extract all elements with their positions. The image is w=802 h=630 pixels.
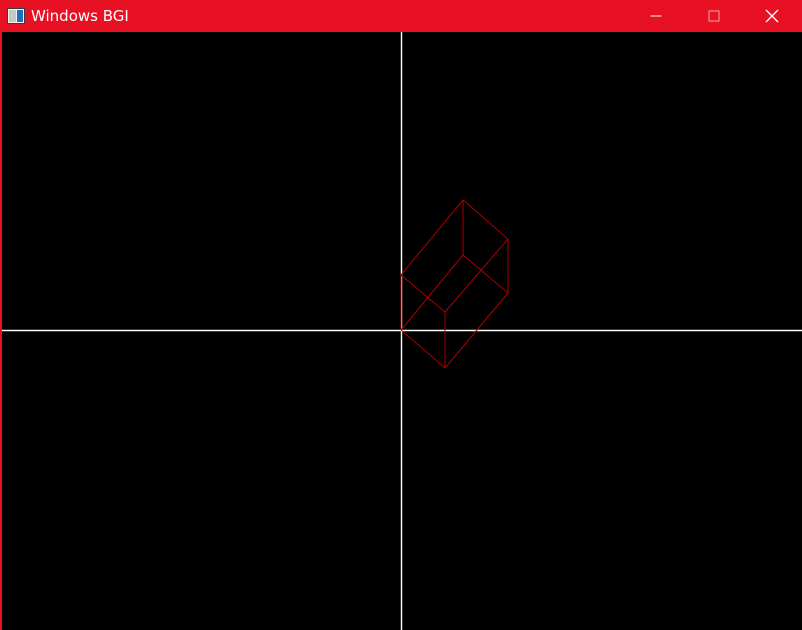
cuboid-edge (400, 254, 464, 331)
cuboid-edge (462, 254, 509, 294)
bgi-window: Windows BGI (0, 0, 802, 630)
cuboid-edge (400, 274, 446, 313)
graphics-drawing-layer (2, 32, 802, 630)
wireframe-cuboid (400, 199, 509, 369)
cuboid-edge (444, 238, 509, 313)
cuboid-edge (400, 199, 464, 276)
cuboid-edge (462, 199, 509, 240)
cuboid-edge (400, 329, 446, 369)
